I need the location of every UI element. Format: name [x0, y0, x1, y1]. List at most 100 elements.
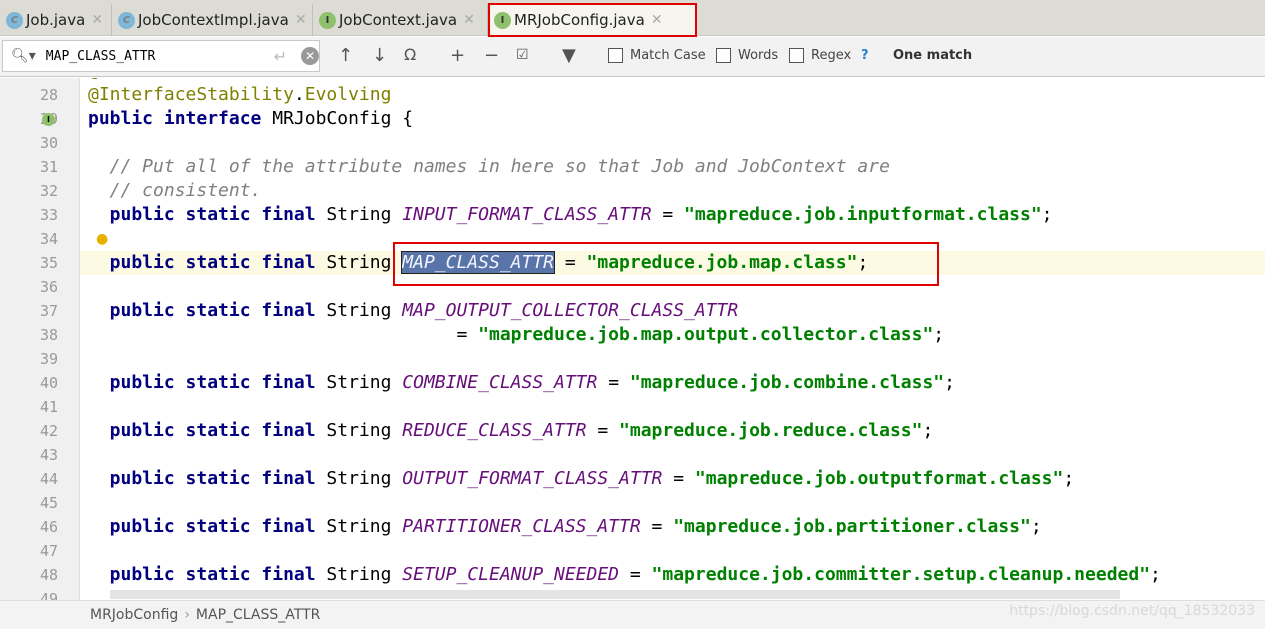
code-token: "mapreduce.job.inputformat.class": [684, 204, 1042, 225]
code-token: MAP_OUTPUT_COLLECTOR_CLASS_ATTR: [402, 300, 739, 321]
tab-jobcontext-java[interactable]: I JobContext.java ✕: [313, 4, 488, 36]
close-icon[interactable]: ✕: [91, 12, 103, 28]
breadcrumb-item[interactable]: MAP_CLASS_ATTR: [196, 607, 320, 623]
line-number: 44: [39, 470, 58, 488]
code-token: ;: [933, 324, 945, 345]
code-token: "mapreduce.job.reduce.class": [619, 420, 923, 441]
match-case-checkbox[interactable]: Match Case: [608, 48, 706, 63]
line-number: 43: [39, 446, 58, 464]
previous-occurrence-icon[interactable]: ↑: [338, 45, 353, 66]
code-line[interactable]: // consistent.: [88, 179, 262, 203]
code-editor[interactable]: 2728293031323334353637383940414243444546…: [0, 78, 1265, 600]
tab-label: JobContext.java: [339, 11, 458, 29]
code-token: String: [326, 516, 403, 537]
filter-icon[interactable]: ▼: [562, 45, 576, 66]
code-token: PARTITIONER_CLASS_ATTR: [402, 516, 641, 537]
match-case-label: Match Case: [630, 48, 706, 63]
regex-checkbox[interactable]: Regex: [789, 48, 851, 63]
code-line[interactable]: // Put all of the attribute names in her…: [88, 155, 890, 179]
code-token: MRJobConfig {: [272, 108, 414, 129]
line-number: 39: [39, 350, 58, 368]
code-token: String: [326, 372, 403, 393]
class-icon: C: [6, 11, 23, 29]
line-number: 42: [39, 422, 58, 440]
toggle-selection-icon[interactable]: ☑: [516, 47, 529, 63]
select-all-occurrences-icon[interactable]: Ω: [404, 45, 416, 64]
code-line[interactable]: @InterfaceStability.Evolving: [88, 83, 391, 107]
line-number: 41: [39, 398, 58, 416]
code-line[interactable]: public static final String OUTPUT_FORMAT…: [88, 467, 1075, 491]
horizontal-scrollbar[interactable]: [110, 590, 1120, 599]
line-number: 47: [39, 542, 58, 560]
search-input[interactable]: [45, 48, 266, 64]
line-number: 46: [39, 518, 58, 536]
line-number: 40: [39, 374, 58, 392]
code-token: public static final: [88, 372, 327, 393]
code-line[interactable]: public interface MRJobConfig {: [88, 107, 413, 131]
close-icon[interactable]: ✕: [295, 12, 307, 28]
code-line[interactable]: public static final String REDUCE_CLASS_…: [88, 419, 934, 443]
code-token: @InterfaceAudience.Public: [88, 78, 359, 81]
code-token: ;: [1063, 468, 1075, 489]
interface-implemented-icon[interactable]: I: [42, 113, 55, 126]
code-token: public static final: [88, 420, 327, 441]
line-number: 28: [39, 86, 58, 104]
next-occurrence-icon[interactable]: ↓: [372, 45, 387, 66]
code-token: ;: [1150, 564, 1161, 585]
code-token: String: [326, 468, 403, 489]
code-line[interactable]: public static final String SETUP_CLEANUP…: [88, 563, 1161, 587]
code-token: String: [326, 252, 403, 273]
line-number: 32: [39, 182, 58, 200]
search-icon[interactable]: 🔍︎▾: [11, 48, 36, 64]
code-token: =: [597, 372, 630, 393]
code-line[interactable]: public static final String MAP_OUTPUT_CO…: [88, 299, 739, 323]
code-line[interactable]: public static final String INPUT_FORMAT_…: [88, 203, 1053, 227]
code-token: String: [326, 564, 403, 585]
code-token: SETUP_CLEANUP_NEEDED: [402, 564, 620, 585]
code-token: ;: [944, 372, 955, 393]
code-token: =: [640, 516, 674, 537]
code-token: =: [651, 204, 685, 225]
code-token: public static final: [88, 516, 327, 537]
code-line[interactable]: = "mapreduce.job.map.output.collector.cl…: [88, 323, 944, 347]
search-field[interactable]: 🔍︎▾ ↵ ✕: [2, 40, 320, 72]
code-token: COMBINE_CLASS_ATTR: [402, 372, 598, 393]
enter-icon: ↵: [273, 46, 288, 66]
line-number: 49: [39, 590, 58, 600]
code-token: public static final: [88, 300, 327, 321]
line-number: 30: [39, 134, 58, 152]
code-line[interactable]: public static final String PARTITIONER_C…: [88, 515, 1042, 539]
code-token: "mapreduce.job.partitioner.class": [673, 516, 1031, 537]
code-token: public static final: [88, 252, 327, 273]
tab-label: JobContextImpl.java: [138, 11, 289, 29]
chevron-right-icon: ›: [184, 607, 190, 623]
code-token: =: [619, 564, 652, 585]
highlight-box-code: [393, 242, 939, 286]
gutter: 2728293031323334353637383940414243444546…: [0, 78, 80, 600]
line-number: 38: [39, 326, 58, 344]
code-line[interactable]: public static final String COMBINE_CLASS…: [88, 371, 955, 395]
line-number: 36: [39, 278, 58, 296]
breadcrumb-item[interactable]: MRJobConfig: [90, 607, 178, 623]
code-token: // Put all of the attribute names in her…: [88, 156, 890, 177]
clear-search-icon[interactable]: ✕: [301, 47, 319, 65]
tab-jobcontextimpl-java[interactable]: C JobContextImpl.java ✕: [112, 4, 313, 36]
words-checkbox[interactable]: Words: [716, 48, 778, 63]
code-token: INPUT_FORMAT_CLASS_ATTR: [402, 204, 652, 225]
line-number: 34: [39, 230, 58, 248]
code-token: "mapreduce.job.outputformat.class": [694, 468, 1064, 489]
bulb-icon[interactable]: ●: [96, 231, 108, 247]
remove-selection-icon[interactable]: −: [484, 45, 499, 66]
interface-icon: I: [319, 11, 336, 29]
line-number: 33: [39, 206, 58, 224]
tab-job-java[interactable]: C Job.java ✕: [0, 4, 112, 36]
line-number: 48: [39, 566, 58, 584]
line-number: 35: [39, 254, 58, 272]
line-number: 37: [39, 302, 58, 320]
regex-help-link[interactable]: ?: [861, 48, 869, 63]
close-icon[interactable]: ✕: [463, 12, 475, 28]
code-token: REDUCE_CLASS_ATTR: [402, 420, 587, 441]
code-token: String: [326, 204, 403, 225]
code-token: // consistent.: [88, 180, 262, 201]
add-selection-icon[interactable]: +: [450, 45, 465, 66]
